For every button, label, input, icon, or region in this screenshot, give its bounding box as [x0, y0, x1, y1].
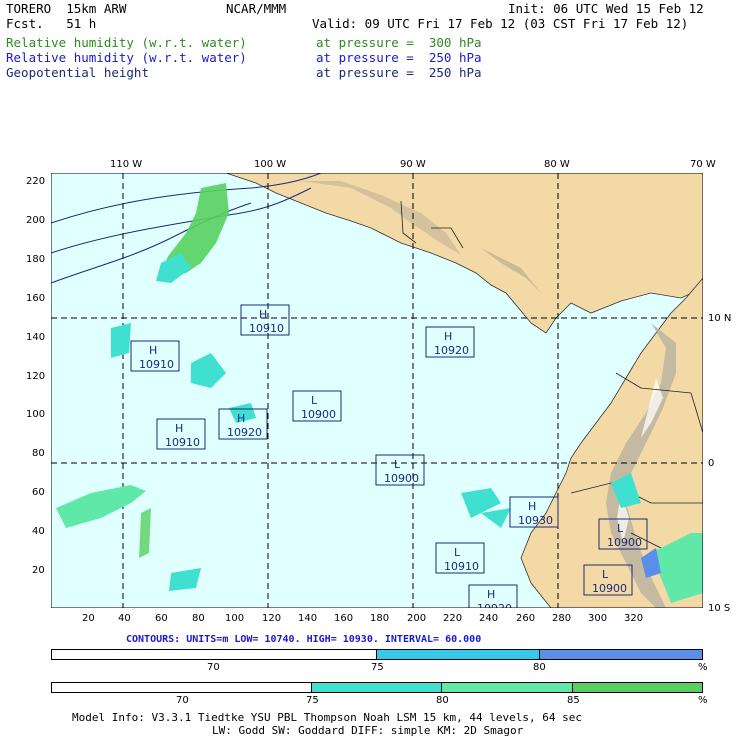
- lat-label: 10 S: [708, 603, 731, 614]
- center-value: 10910: [165, 436, 200, 449]
- cbar2-label: %: [698, 695, 708, 706]
- center-type: L: [617, 522, 624, 535]
- y-tick: 160: [26, 293, 46, 304]
- cbar2-label: 85: [567, 695, 580, 706]
- center-value: 10900: [384, 472, 419, 485]
- lon-label: 90 W: [400, 159, 426, 170]
- center-type: L: [454, 546, 461, 559]
- y-tick: 60: [32, 487, 45, 498]
- center-value: 10910: [249, 322, 284, 335]
- cbar1-segment: [377, 650, 540, 659]
- field-3-name: Geopotential height: [6, 65, 149, 80]
- x-tick: 140: [298, 613, 318, 624]
- x-tick: 320: [624, 613, 644, 624]
- colorbar-300hpa: [51, 682, 703, 693]
- x-tick: 40: [118, 613, 131, 624]
- physics-info: LW: Godd SW: Goddard DIFF: simple KM: 2D…: [212, 724, 524, 737]
- center-type: L: [602, 568, 609, 581]
- lat-label: 10 N: [708, 313, 732, 324]
- y-tick: 80: [32, 448, 45, 459]
- colorbar-250hpa: [51, 649, 703, 660]
- cbar1-segment: [52, 650, 377, 659]
- weather-map: H 10910 H 10910 H 10920 H 10910 H 10920 …: [51, 173, 703, 608]
- center-value: 10910: [444, 560, 479, 573]
- center-type: H: [528, 500, 536, 513]
- forecast-hour: Fcst. 51 h: [6, 16, 97, 31]
- x-tick: 20: [82, 613, 95, 624]
- y-tick: 40: [32, 526, 45, 537]
- cbar2-label: 70: [176, 695, 189, 706]
- x-tick: 80: [192, 613, 205, 624]
- x-tick: 260: [516, 613, 536, 624]
- lon-label: 70 W: [690, 159, 716, 170]
- center-value: 10900: [301, 408, 336, 421]
- x-tick: 280: [552, 613, 572, 624]
- center-value: 10920: [434, 344, 469, 357]
- field-1-name: Relative humidity (w.r.t. water): [6, 35, 247, 50]
- center-value: 10920: [477, 602, 512, 608]
- lat-label: 0: [708, 458, 715, 469]
- field-2-name: Relative humidity (w.r.t. water): [6, 50, 247, 65]
- center-value: 10900: [607, 536, 642, 549]
- model-info: Model Info: V3.3.1 Tiedtke YSU PBL Thomp…: [72, 711, 582, 724]
- init-time: Init: 06 UTC Wed 15 Feb 12: [508, 1, 704, 16]
- center-type: L: [394, 458, 401, 471]
- center-type: H: [487, 588, 495, 601]
- cbar1-segment: [540, 650, 702, 659]
- cbar1-label: 70: [207, 662, 220, 673]
- center-value: 10930: [518, 514, 553, 527]
- center-type: H: [149, 344, 157, 357]
- center-type: H: [237, 412, 245, 425]
- center-value: 10920: [227, 426, 262, 439]
- center-value: 10900: [592, 582, 627, 595]
- lon-label: 100 W: [254, 159, 287, 170]
- x-tick: 160: [334, 613, 354, 624]
- field-1-level: at pressure = 300 hPa: [316, 35, 482, 50]
- y-tick: 140: [26, 332, 46, 343]
- cbar2-segment: [311, 683, 443, 692]
- lon-label: 80 W: [544, 159, 570, 170]
- field-2-level: at pressure = 250 hPa: [316, 50, 482, 65]
- valid-time: Valid: 09 UTC Fri 17 Feb 12 (03 CST Fri …: [312, 16, 689, 31]
- center-type: L: [311, 394, 318, 407]
- x-tick: 100: [225, 613, 245, 624]
- y-tick: 100: [26, 409, 46, 420]
- cbar1-label: %: [698, 662, 708, 673]
- y-tick: 20: [32, 565, 45, 576]
- center-value: 10910: [139, 358, 174, 371]
- x-tick: 180: [370, 613, 390, 624]
- cbar2-label: 80: [436, 695, 449, 706]
- cbar1-label: 80: [533, 662, 546, 673]
- cbar2-segment: [52, 683, 312, 692]
- x-tick: 300: [588, 613, 608, 624]
- center-type: H: [175, 422, 183, 435]
- model-title: TORERO 15km ARW: [6, 1, 127, 16]
- x-tick: 200: [407, 613, 427, 624]
- lon-label: 110 W: [110, 159, 143, 170]
- cbar2-label: 75: [306, 695, 319, 706]
- x-tick: 220: [443, 613, 463, 624]
- y-tick: 120: [26, 371, 46, 382]
- center-type: H: [259, 308, 267, 321]
- cbar1-label: 75: [371, 662, 384, 673]
- cbar2-segment: [572, 683, 703, 692]
- cbar2-segment: [442, 683, 573, 692]
- org-label: NCAR/MMM: [226, 1, 287, 16]
- center-type: H: [444, 330, 452, 343]
- y-tick: 180: [26, 254, 46, 265]
- y-tick: 200: [26, 215, 46, 226]
- field-3-level: at pressure = 250 hPa: [316, 65, 482, 80]
- y-tick: 220: [26, 176, 46, 187]
- x-tick: 60: [155, 613, 168, 624]
- contour-info: CONTOURS: UNITS=m LOW= 10740. HIGH= 1093…: [126, 634, 482, 645]
- x-tick: 120: [262, 613, 282, 624]
- x-tick: 240: [479, 613, 499, 624]
